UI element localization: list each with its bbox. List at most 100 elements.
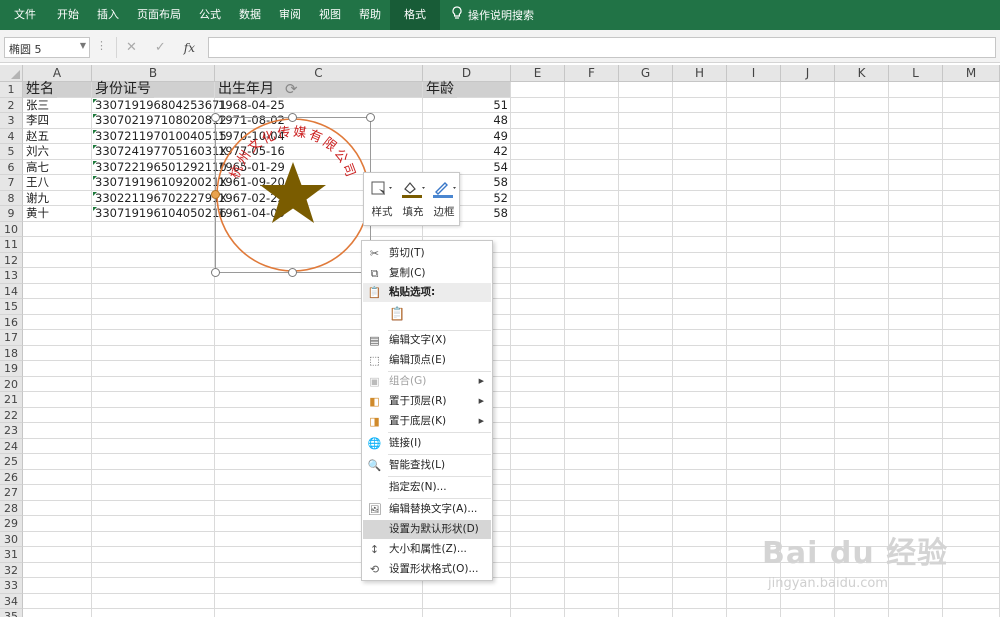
- row-header[interactable]: 14: [0, 283, 23, 299]
- paste-option-button[interactable]: 📋: [363, 303, 491, 327]
- tab-help[interactable]: 帮助: [350, 0, 390, 30]
- cell-name[interactable]: 黄十: [23, 206, 52, 222]
- row-header[interactable]: 30: [0, 531, 23, 547]
- row-header[interactable]: 19: [0, 361, 23, 377]
- column-header[interactable]: C: [215, 65, 423, 82]
- row-header[interactable]: 31: [0, 547, 23, 563]
- column-header[interactable]: H: [673, 65, 727, 82]
- row-header[interactable]: 10: [0, 221, 23, 237]
- row-header[interactable]: 33: [0, 578, 23, 594]
- cell-age[interactable]: 42: [423, 144, 511, 160]
- menu-item-bring-to-front[interactable]: ◧ 置于顶层(R) ▶: [363, 392, 491, 411]
- tab-formulas[interactable]: 公式: [190, 0, 230, 30]
- style-button[interactable]: 样式: [367, 173, 397, 227]
- row-header[interactable]: 4: [0, 128, 23, 144]
- cell-age[interactable]: 51: [423, 98, 511, 114]
- menu-item-link[interactable]: 🌐 链接(I): [363, 434, 491, 453]
- cell-age[interactable]: 48: [423, 113, 511, 129]
- row-header[interactable]: 6: [0, 159, 23, 175]
- fill-button[interactable]: 填充: [398, 173, 428, 227]
- cell-id[interactable]: 33022119670222791X: [92, 191, 230, 207]
- header-cell-name[interactable]: 姓名: [23, 81, 57, 98]
- tab-file[interactable]: 文件: [0, 0, 48, 30]
- tell-me-search[interactable]: 操作说明搜索: [446, 6, 534, 24]
- menu-item-cut[interactable]: ✂ 剪切(T): [363, 244, 491, 263]
- column-header[interactable]: K: [835, 65, 889, 82]
- column-header[interactable]: A: [23, 65, 92, 82]
- cell-name[interactable]: 李四: [23, 113, 52, 129]
- row-header[interactable]: 2: [0, 97, 23, 113]
- row-header[interactable]: 1: [0, 82, 23, 98]
- column-header[interactable]: D: [423, 65, 511, 82]
- row-header[interactable]: 12: [0, 252, 23, 268]
- chevron-down-icon[interactable]: ▼: [80, 41, 86, 50]
- menu-item-assign-macro[interactable]: 指定宏(N)...: [363, 478, 491, 497]
- cell-id[interactable]: 330721197010040515: [92, 129, 230, 145]
- menu-item-set-default-shape[interactable]: 设置为默认形状(D): [363, 520, 491, 539]
- cancel-icon[interactable]: ✕: [126, 40, 137, 55]
- row-header[interactable]: 34: [0, 593, 23, 609]
- menu-item-format-shape[interactable]: ⟲ 设置形状格式(O)...: [363, 560, 491, 579]
- row-header[interactable]: 18: [0, 345, 23, 361]
- row-header[interactable]: 9: [0, 206, 23, 222]
- cell-name[interactable]: 刘六: [23, 144, 52, 160]
- row-header[interactable]: 35: [0, 609, 23, 617]
- cell-name[interactable]: 张三: [23, 98, 52, 114]
- resize-handle-b[interactable]: [288, 268, 297, 277]
- resize-handle-bl[interactable]: [211, 268, 220, 277]
- column-header[interactable]: J: [781, 65, 835, 82]
- resize-handle-l[interactable]: [211, 190, 220, 199]
- column-header[interactable]: F: [565, 65, 619, 82]
- cell-name[interactable]: 王八: [23, 175, 52, 191]
- menu-item-alt-text[interactable]: 🖼 编辑替换文字(A)...: [363, 500, 491, 519]
- column-header[interactable]: M: [943, 65, 1000, 82]
- cell-id[interactable]: 330719196104050216: [92, 206, 230, 222]
- formula-input[interactable]: [208, 37, 996, 58]
- cell-name[interactable]: 赵五: [23, 129, 52, 145]
- row-header[interactable]: 13: [0, 268, 23, 284]
- cell-id[interactable]: 33072419770516031X: [92, 144, 230, 160]
- row-header[interactable]: 25: [0, 454, 23, 470]
- tab-data[interactable]: 数据: [230, 0, 270, 30]
- menu-item-size-properties[interactable]: ↕ 大小和属性(Z)...: [363, 540, 491, 559]
- rotate-handle-icon[interactable]: ⟳: [285, 80, 298, 98]
- cell-name[interactable]: 高七: [23, 160, 52, 176]
- menu-item-copy[interactable]: ⧉ 复制(C): [363, 264, 491, 283]
- header-cell-id[interactable]: 身份证号: [92, 81, 154, 98]
- tab-view[interactable]: 视图: [310, 0, 350, 30]
- select-all-corner[interactable]: [0, 65, 23, 82]
- column-header[interactable]: L: [889, 65, 943, 82]
- enter-check-icon[interactable]: ✓: [155, 40, 166, 55]
- column-header[interactable]: I: [727, 65, 781, 82]
- row-header[interactable]: 8: [0, 190, 23, 206]
- name-box[interactable]: 椭圆 5 ▼: [4, 37, 90, 58]
- cell-age[interactable]: 49: [423, 129, 511, 145]
- resize-handle-tr[interactable]: [366, 113, 375, 122]
- resize-handle-tl[interactable]: [211, 113, 220, 122]
- row-header[interactable]: 21: [0, 392, 23, 408]
- cell-id[interactable]: 330722196501292110: [92, 160, 230, 176]
- row-header[interactable]: 32: [0, 562, 23, 578]
- border-button[interactable]: 边框: [429, 173, 459, 227]
- row-header[interactable]: 29: [0, 516, 23, 532]
- tab-page-layout[interactable]: 页面布局: [128, 0, 190, 30]
- row-header[interactable]: 17: [0, 330, 23, 346]
- menu-item-send-to-back[interactable]: ◨ 置于底层(K) ▶: [363, 412, 491, 431]
- cell-name[interactable]: 谢九: [23, 191, 52, 207]
- row-header[interactable]: 27: [0, 485, 23, 501]
- menu-item-edit-points[interactable]: ⬚ 编辑顶点(E): [363, 351, 491, 370]
- row-header[interactable]: 24: [0, 438, 23, 454]
- row-header[interactable]: 28: [0, 500, 23, 516]
- row-header[interactable]: 16: [0, 314, 23, 330]
- menu-item-edit-text[interactable]: ▤ 编辑文字(X): [363, 331, 491, 350]
- column-header[interactable]: E: [511, 65, 565, 82]
- tab-insert[interactable]: 插入: [88, 0, 128, 30]
- resize-handle-t[interactable]: [288, 113, 297, 122]
- row-header[interactable]: 15: [0, 299, 23, 315]
- row-header[interactable]: 11: [0, 237, 23, 253]
- cell-id[interactable]: 330719196804253671: [92, 98, 230, 114]
- tab-home[interactable]: 开始: [48, 0, 88, 30]
- row-header[interactable]: 20: [0, 376, 23, 392]
- tab-format[interactable]: 格式: [390, 0, 440, 30]
- row-header[interactable]: 3: [0, 113, 23, 129]
